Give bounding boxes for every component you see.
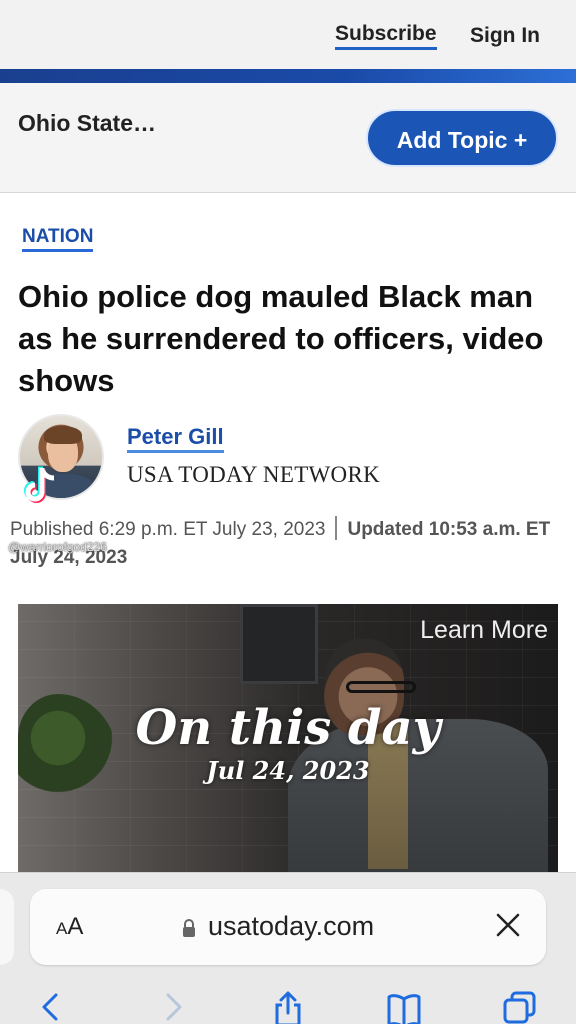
add-topic-button[interactable]: Add Topic + (366, 109, 558, 167)
lock-icon (183, 919, 195, 937)
topic-bar: Ohio State… Add Topic + (0, 83, 576, 193)
text-size-button[interactable]: AA (56, 913, 83, 941)
learn-more-link[interactable]: Learn More (420, 616, 548, 645)
url-text[interactable]: usatoday.com (208, 911, 374, 942)
site-top-bar: Subscribe Sign In (0, 0, 576, 70)
bookmarks-icon[interactable] (386, 989, 422, 1024)
avatar-hair (44, 426, 82, 444)
forward-arrow-icon[interactable] (154, 989, 190, 1024)
section-link[interactable]: NATION (22, 226, 94, 252)
sign-in-link[interactable]: Sign In (470, 24, 540, 48)
browser-bottom-bar: AA usatoday.com (0, 872, 576, 1024)
share-icon[interactable] (270, 989, 306, 1024)
person-glasses (346, 681, 416, 693)
dateline-divider (335, 516, 338, 540)
browser-toolbar (0, 985, 576, 1024)
topic-label[interactable]: Ohio State… (18, 107, 158, 140)
brand-stripe (0, 69, 576, 83)
author-name-link[interactable]: Peter Gill (127, 424, 224, 453)
article-headline: Ohio police dog mauled Black man as he s… (18, 279, 544, 398)
on-this-day-date: Jul 24, 2023 (206, 756, 370, 785)
author-organization: USA TODAY NETWORK (127, 462, 381, 487)
close-icon[interactable] (494, 911, 522, 939)
subscribe-link[interactable]: Subscribe (335, 22, 437, 50)
back-arrow-icon[interactable] (34, 989, 70, 1024)
address-bar[interactable]: AA usatoday.com (30, 889, 546, 965)
tabs-icon[interactable] (502, 989, 538, 1024)
text-size-large-a: A (67, 913, 84, 940)
tiktok-logo-icon (24, 466, 55, 503)
text-size-small-a: A (56, 919, 68, 938)
previous-tab-peek[interactable] (0, 889, 14, 965)
published-time: Published 6:29 p.m. ET July 23, 2023 (10, 519, 326, 540)
tiktok-username: @warriorofgod226 (8, 540, 107, 554)
on-this-day-title: On this day (135, 700, 441, 756)
